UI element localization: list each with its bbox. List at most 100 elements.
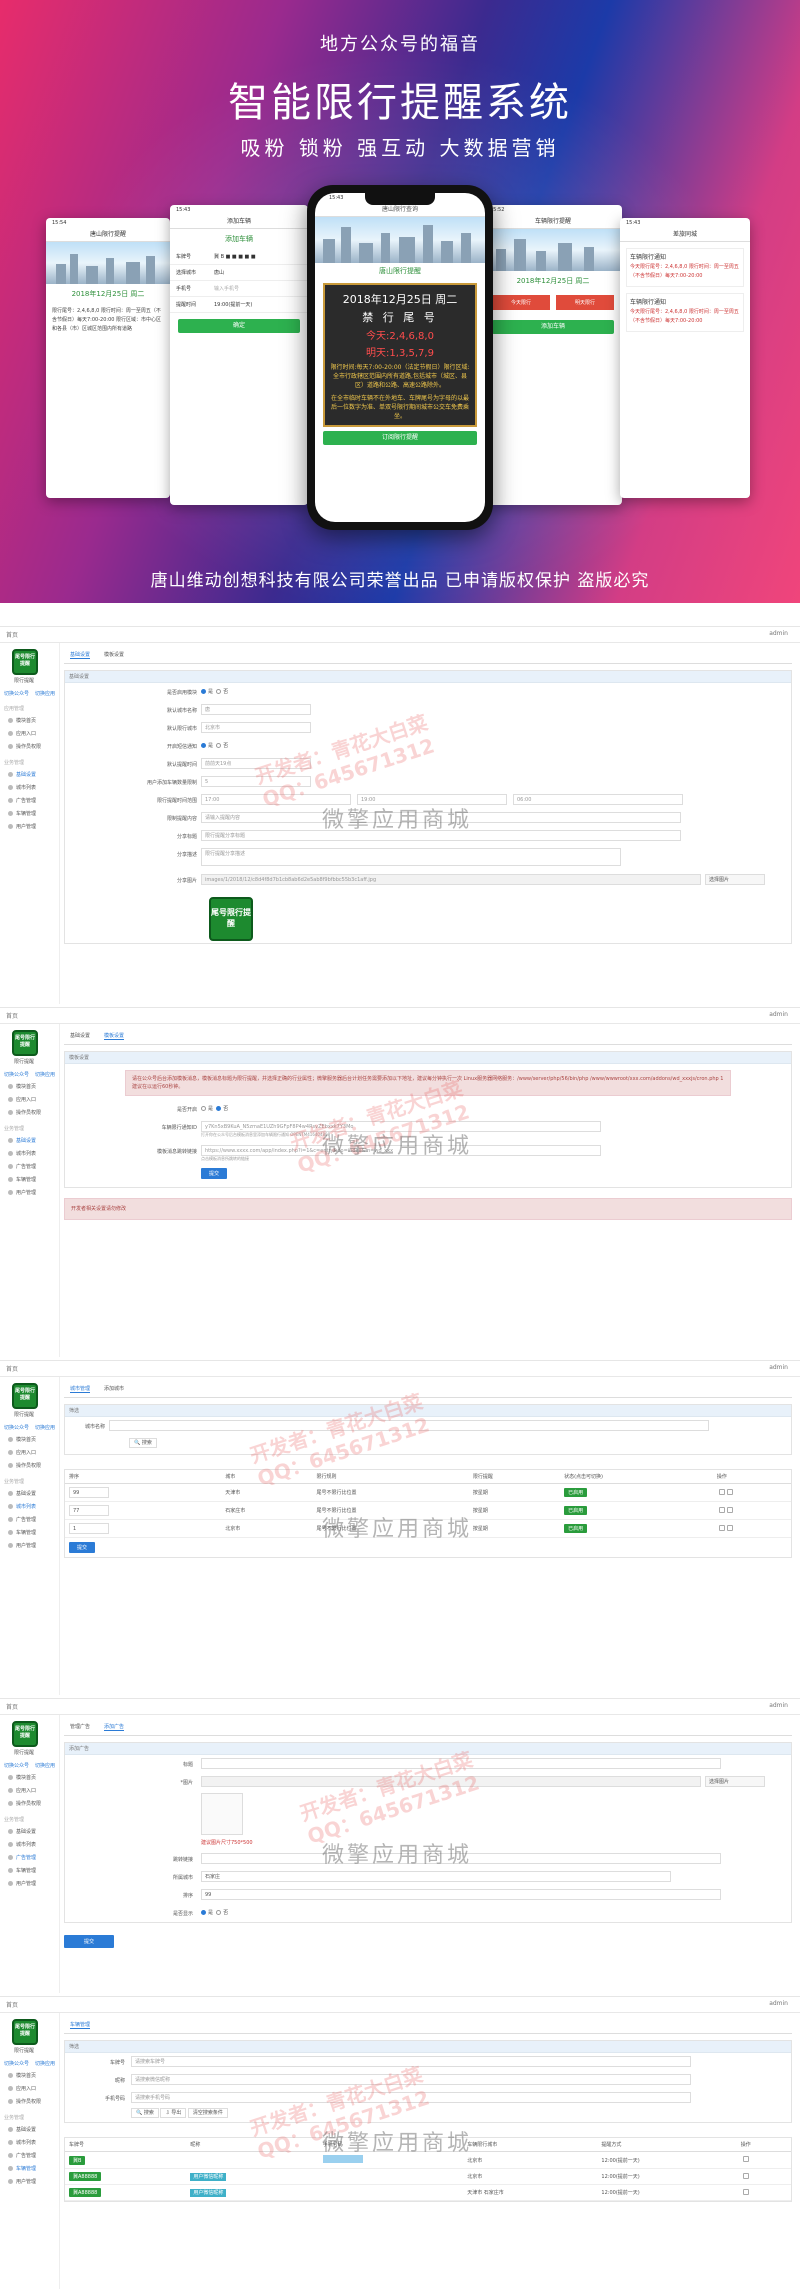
sidebar-item-basic[interactable]: 基础设置 (0, 1487, 59, 1500)
enable-module-radio[interactable]: 是 否 (201, 688, 228, 695)
sidebar-item-basic[interactable]: 基础设置 (0, 1134, 59, 1147)
switch-account-link[interactable]: 切换公众号 (4, 690, 29, 697)
admin-user[interactable]: admin (769, 1702, 788, 1709)
city-row[interactable]: 选择城市 唐山 (170, 265, 308, 281)
share-image-input[interactable]: images/1/2018/12/c8d4f8d7b1cb8ab6d2e5ab8… (201, 874, 701, 885)
tab-basic[interactable]: 基础设置 (70, 651, 91, 659)
edit-icon[interactable] (718, 1488, 725, 1495)
sidebar-item-vehicles[interactable]: 车辆管理 (0, 807, 59, 820)
status-toggle[interactable]: 已启用 (564, 1524, 588, 1533)
add-vehicle-button[interactable]: 添加车辆 (492, 320, 614, 334)
sidebar-item-cities[interactable]: 城市列表 (0, 1838, 59, 1851)
sidebar-item-basic[interactable]: 基础设置 (0, 2123, 59, 2136)
tab-template[interactable]: 模板设置 (104, 1032, 125, 1040)
delete-icon[interactable] (742, 2172, 749, 2179)
delete-icon[interactable] (726, 1488, 733, 1495)
restriction-link[interactable]: 唐山限行提醒 (315, 263, 485, 279)
submit-button[interactable]: 提交 (201, 1168, 228, 1179)
submit-button[interactable]: 提交 (69, 1542, 96, 1553)
share-desc-input[interactable]: 限行提醒分享描述 (201, 848, 621, 866)
sidebar-item-entry[interactable]: 应用入口 (0, 1784, 59, 1797)
sidebar-item-vehicles[interactable]: 车辆管理 (0, 1173, 59, 1186)
phone-row[interactable]: 手机号 输入手机号 (170, 281, 308, 297)
status-toggle[interactable]: 已启用 (564, 1506, 588, 1515)
admin-user[interactable]: admin (769, 1011, 788, 1018)
sidebar-item-home[interactable]: 模块首页 (0, 2069, 59, 2082)
home-link[interactable]: 首页 (6, 630, 18, 639)
sidebar-item-ads[interactable]: 广告管理 (0, 1160, 59, 1173)
ad-show-radio[interactable]: 是 否 (201, 1909, 228, 1916)
search-button[interactable]: 🔍 搜索 (129, 1438, 157, 1448)
sidebar-item-permissions[interactable]: 操作员权限 (0, 1797, 59, 1810)
sidebar-item-cities[interactable]: 城市列表 (0, 2136, 59, 2149)
tab-template[interactable]: 模板设置 (104, 651, 124, 659)
sidebar-item-cities[interactable]: 城市列表 (0, 1147, 59, 1160)
status-toggle[interactable]: 已启用 (564, 1488, 588, 1497)
sidebar-item-basic[interactable]: 基础设置 (0, 1825, 59, 1838)
sidebar-item-basic[interactable]: 基础设置 (0, 768, 59, 781)
subscribe-button[interactable]: 订阅限行提醒 (323, 431, 477, 445)
sidebar-item-ads[interactable]: 广告管理 (0, 1513, 59, 1526)
sidebar-item-cities[interactable]: 城市列表 (0, 1500, 59, 1513)
sidebar-item-home[interactable]: 模块首页 (0, 1433, 59, 1446)
sidebar-item-users[interactable]: 用户管理 (0, 1877, 59, 1890)
sidebar-item-vehicles[interactable]: 车辆管理 (0, 1864, 59, 1877)
tab-manage-ads[interactable]: 管理广告 (70, 1723, 90, 1731)
ad-city-select[interactable]: 石家庄 (201, 1871, 671, 1882)
remind-row[interactable]: 提醒时间 19:00(提前一天) (170, 297, 308, 313)
default-city-input[interactable]: 唐 (201, 704, 311, 715)
sidebar-item-users[interactable]: 用户管理 (0, 1539, 59, 1552)
sidebar-item-users[interactable]: 用户管理 (0, 820, 59, 833)
sidebar-item-home[interactable]: 模块首页 (0, 714, 59, 727)
default-restriction-city-input[interactable]: 北京市 (201, 722, 311, 733)
sidebar-item-entry[interactable]: 应用入口 (0, 1093, 59, 1106)
tab-add-city[interactable]: 添加城市 (104, 1385, 124, 1393)
sidebar-item-entry[interactable]: 应用入口 (0, 727, 59, 740)
search-button[interactable]: 🔍 搜索 (131, 2108, 159, 2118)
sidebar-item-entry[interactable]: 应用入口 (0, 1446, 59, 1459)
home-link[interactable]: 首页 (6, 1364, 18, 1373)
admin-user[interactable]: admin (769, 630, 788, 637)
sidebar-item-home[interactable]: 模块首页 (0, 1771, 59, 1784)
tab-city-mgmt[interactable]: 城市管理 (70, 1385, 91, 1393)
ad-sort-input[interactable]: 99 (201, 1889, 721, 1900)
sidebar-item-permissions[interactable]: 操作员权限 (0, 1459, 59, 1472)
edit-icon[interactable] (718, 1506, 725, 1513)
delete-icon[interactable] (726, 1506, 733, 1513)
sidebar-item-vehicles[interactable]: 车辆管理 (0, 2162, 59, 2175)
switch-app-link[interactable]: 切换应用 (35, 690, 55, 697)
choose-image-button[interactable]: 选择图片 (705, 874, 765, 885)
export-button[interactable]: ⇩ 导出 (160, 2108, 187, 2118)
choose-image-button[interactable]: 选择图片 (705, 1776, 765, 1787)
enable-template-radio[interactable]: 是 否 (201, 1105, 228, 1112)
sidebar-item-users[interactable]: 用户管理 (0, 1186, 59, 1199)
admin-user[interactable]: admin (769, 1364, 788, 1371)
confirm-button[interactable]: 确定 (178, 319, 300, 333)
delete-icon[interactable] (742, 2188, 749, 2195)
home-link[interactable]: 首页 (6, 1011, 18, 1020)
clear-filter-button[interactable]: 清空搜索条件 (187, 2108, 228, 2118)
sidebar-item-ads[interactable]: 广告管理 (0, 2149, 59, 2162)
submit-button[interactable]: 提交 (64, 1935, 115, 1948)
sidebar-item-permissions[interactable]: 操作员权限 (0, 2095, 59, 2108)
sidebar-item-home[interactable]: 模块首页 (0, 1080, 59, 1093)
sidebar-item-entry[interactable]: 应用入口 (0, 2082, 59, 2095)
home-link[interactable]: 首页 (6, 2000, 18, 2009)
sidebar-item-ads[interactable]: 广告管理 (0, 794, 59, 807)
plate-row[interactable]: 车牌号冀 B ■ ■ ■ ■ ■ (170, 249, 308, 265)
admin-user[interactable]: admin (769, 2000, 788, 2007)
sidebar-item-vehicles[interactable]: 车辆管理 (0, 1526, 59, 1539)
time-range-end[interactable]: 06:00 (513, 794, 683, 805)
sidebar-item-cities[interactable]: 城市列表 (0, 781, 59, 794)
edit-icon[interactable] (718, 1524, 725, 1531)
sidebar-item-ads[interactable]: 广告管理 (0, 1851, 59, 1864)
sidebar-item-permissions[interactable]: 操作员权限 (0, 740, 59, 753)
sidebar-item-users[interactable]: 用户管理 (0, 2175, 59, 2188)
tab-basic[interactable]: 基础设置 (70, 1032, 90, 1040)
delete-icon[interactable] (742, 2156, 749, 2162)
sidebar-item-permissions[interactable]: 操作员权限 (0, 1106, 59, 1119)
home-link[interactable]: 首页 (6, 1702, 18, 1711)
tab-vehicles[interactable]: 车辆管理 (70, 2021, 91, 2029)
tab-add-ad[interactable]: 添加广告 (104, 1723, 125, 1731)
delete-icon[interactable] (726, 1524, 733, 1531)
